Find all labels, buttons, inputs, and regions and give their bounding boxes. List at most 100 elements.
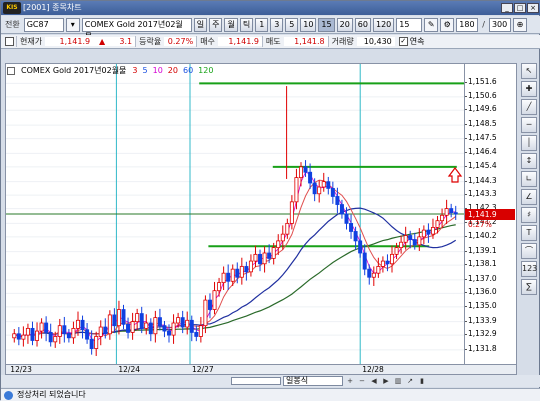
candle-body <box>89 338 94 349</box>
zoom-in-icon[interactable]: + <box>345 377 355 386</box>
ma-120-line <box>13 224 456 338</box>
zoom-out-icon[interactable]: − <box>357 377 367 386</box>
candle-body <box>421 229 426 238</box>
first-icon[interactable]: ◀ <box>369 377 379 386</box>
candle-body <box>303 166 308 173</box>
line-icon[interactable]: ↗ <box>405 377 415 386</box>
y-tick-label: 1,132.9 <box>465 329 497 339</box>
period-day-button[interactable]: 일 <box>193 17 208 32</box>
minute-3-button[interactable]: 3 <box>270 17 284 32</box>
y-tick-label: 1,143.3 <box>465 189 497 199</box>
candle-body <box>35 330 40 341</box>
candle-body <box>353 231 358 242</box>
candle-icon[interactable]: ▮ <box>417 377 427 386</box>
draw-tool-3-icon[interactable]: ─ <box>521 117 537 133</box>
candle-body <box>267 252 272 259</box>
candle-body <box>385 260 390 265</box>
candle-body <box>144 322 149 329</box>
candle-body <box>435 220 440 228</box>
candle-body <box>258 253 263 265</box>
candle-body <box>244 266 249 273</box>
minute-20-button[interactable]: 20 <box>336 17 353 32</box>
candle-body <box>380 260 385 267</box>
interval-select[interactable]: 15 <box>396 17 423 32</box>
minute-60-button[interactable]: 60 <box>354 17 371 32</box>
quote-checkbox[interactable] <box>5 37 14 46</box>
search-icon[interactable]: ▾ <box>65 17 80 32</box>
linked-checkbox[interactable]: ✓ <box>398 37 408 46</box>
draw-tool-2-icon[interactable]: ╱ <box>521 99 537 115</box>
y-tick-label: 1,135.0 <box>465 300 497 310</box>
last-icon[interactable]: ▶ <box>381 377 391 386</box>
candle-body <box>335 196 340 205</box>
count-a-field[interactable]: 180 <box>456 17 479 32</box>
draw-tool-7-icon[interactable]: ∠ <box>521 189 537 205</box>
draw-tool-9-icon[interactable]: T <box>521 225 537 241</box>
candle-body <box>317 186 322 195</box>
draw-tool-12-icon[interactable]: ∑ <box>521 279 537 295</box>
draw-tool-0-icon[interactable]: ↖ <box>521 63 537 79</box>
chart-scrollbar[interactable] <box>231 377 281 385</box>
legend-checkbox[interactable] <box>7 66 15 75</box>
candle-body <box>312 182 317 195</box>
candle-body <box>430 227 435 235</box>
candle-body <box>148 322 153 335</box>
count-b-field[interactable]: 300 <box>488 17 511 32</box>
period-tick-button[interactable]: 틱 <box>239 17 254 32</box>
price-label: 현재가 <box>16 36 45 47</box>
y-tick-label: 1,138.1 <box>465 259 497 269</box>
minute-10-button[interactable]: 10 <box>300 17 317 32</box>
candle-body <box>62 325 67 335</box>
symbol-input[interactable]: GC87 <box>23 17 64 32</box>
candle-body <box>80 319 85 331</box>
bid-value: 1,141.9 <box>217 37 262 46</box>
window-title: [2001] 종목차트 <box>23 3 82 12</box>
candle-body <box>417 236 422 246</box>
candle-body <box>30 327 35 341</box>
minute-1-button[interactable]: 1 <box>255 17 269 32</box>
zoom-icon[interactable]: ⊕ <box>512 17 527 32</box>
candle-body <box>276 240 281 249</box>
candle-body <box>390 253 395 265</box>
candle-body <box>85 329 90 340</box>
candle-body <box>349 222 354 232</box>
period-month-button[interactable]: 월 <box>224 17 238 32</box>
minimize-icon[interactable]: _ <box>501 3 513 13</box>
draw-tool-5-icon[interactable]: ↕ <box>521 153 537 169</box>
chart-toolbar: 전환 GC87 ▾ COMEX Gold 2017년02월물 일 주 월 틱 1… <box>1 16 540 41</box>
candle-body <box>358 240 363 254</box>
minute-15-button[interactable]: 15 <box>318 17 335 32</box>
draw-tool-1-icon[interactable]: ✚ <box>521 81 537 97</box>
pencil-icon[interactable]: ✎ <box>424 17 439 32</box>
candle-body <box>298 166 303 179</box>
draw-tool-4-icon[interactable]: │ <box>521 135 537 151</box>
y-tick-label: 1,131.8 <box>465 343 497 353</box>
draw-tool-10-icon[interactable]: ⌒ <box>521 243 537 259</box>
candle-body <box>371 272 376 278</box>
candle-body <box>135 313 140 323</box>
draw-tool-6-icon[interactable]: ∟ <box>521 171 537 187</box>
minute-120-button[interactable]: 120 <box>372 17 395 32</box>
y-tick-label: 1,145.4 <box>465 160 497 170</box>
y-tick-label: 1,150.6 <box>465 90 497 100</box>
settings-icon[interactable]: ⚙ <box>440 17 455 32</box>
candle-body <box>25 327 30 336</box>
y-tick-label: 1,149.6 <box>465 104 497 114</box>
chart-type-icon[interactable]: ▥ <box>393 377 403 386</box>
candle-body <box>116 309 121 327</box>
candle-body <box>21 334 26 340</box>
maximize-icon[interactable]: □ <box>514 3 526 13</box>
chart-style-select[interactable]: 일봉식 <box>283 376 343 386</box>
minute-5-button[interactable]: 5 <box>285 17 299 32</box>
draw-tool-8-icon[interactable]: ♯ <box>521 207 537 223</box>
legend-ma-20: 20 <box>167 66 178 75</box>
legend-ma-10: 10 <box>152 66 163 75</box>
close-icon[interactable]: × <box>527 3 539 13</box>
y-tick-label: 1,146.4 <box>465 147 497 157</box>
volume-label: 거래량 <box>327 36 357 47</box>
candle-body <box>226 272 231 282</box>
price-chart[interactable] <box>5 63 465 365</box>
candle-body <box>449 208 454 214</box>
period-week-button[interactable]: 주 <box>209 17 223 32</box>
draw-tool-11-icon[interactable]: 123 <box>521 261 537 277</box>
